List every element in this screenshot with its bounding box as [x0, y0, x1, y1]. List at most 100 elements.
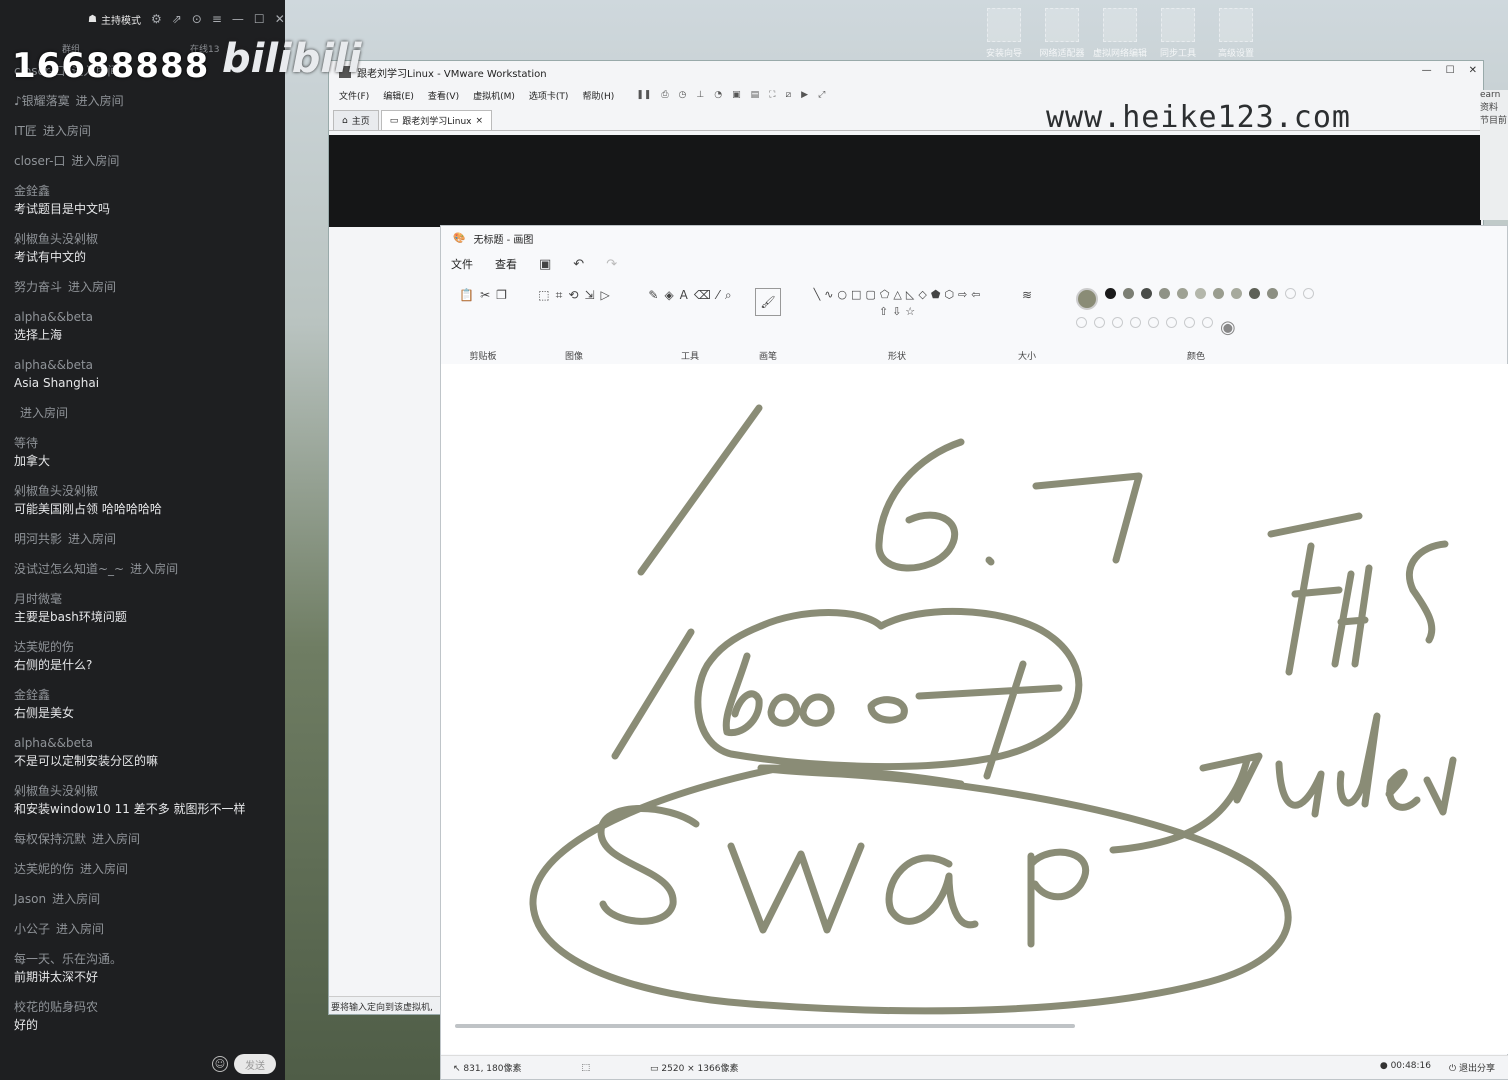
palette-swatch-empty[interactable]	[1148, 317, 1159, 328]
save-icon[interactable]: ▣	[539, 257, 551, 272]
paint-canvas[interactable]	[441, 364, 1508, 1054]
palette-swatch-empty[interactable]	[1285, 288, 1296, 299]
star-shape-icon[interactable]: ☆	[905, 305, 915, 318]
unity-icon[interactable]: ⧄	[785, 90, 791, 100]
pause-icon[interactable]: ❚❚	[636, 90, 651, 100]
chat-username[interactable]: 金銓鑫	[14, 688, 50, 702]
desktop-shortcut[interactable]: 虚拟网络编辑	[1093, 8, 1147, 66]
palette-swatch-empty[interactable]	[1202, 317, 1213, 328]
eraser-icon[interactable]: ⌫	[694, 288, 711, 303]
rounded-rect-shape-icon[interactable]: ▢	[865, 288, 875, 301]
chat-username[interactable]: 等待	[14, 436, 38, 450]
chat-username[interactable]: 小公子	[14, 922, 50, 936]
palette-swatch[interactable]	[1177, 288, 1188, 299]
brush-icon[interactable]: 🖌	[755, 288, 781, 316]
chat-username[interactable]: 每权保持沉默	[14, 832, 86, 846]
chat-username[interactable]: 剁椒鱼头没剁椒	[14, 232, 98, 246]
arrow-right-shape-icon[interactable]: ⇨	[958, 288, 967, 301]
palette-swatch[interactable]	[1123, 288, 1134, 299]
chat-username[interactable]: alpha&&beta	[14, 736, 93, 750]
close-tab-icon[interactable]: ×	[476, 116, 484, 126]
horizontal-scrollbar[interactable]	[455, 1024, 1075, 1028]
select-icon[interactable]: ⬚	[538, 288, 549, 303]
palette-swatch-empty[interactable]	[1112, 317, 1123, 328]
settings-icon[interactable]: ⚙	[151, 12, 162, 26]
copy-icon[interactable]: ❐	[496, 288, 507, 302]
share-icon[interactable]: ⇗	[172, 12, 182, 26]
chat-username[interactable]: 每一天、乐在沟通。	[14, 952, 122, 966]
chat-username[interactable]: 努力奋斗	[14, 280, 62, 294]
minimize-icon[interactable]: —	[232, 12, 244, 26]
paint-menu-file[interactable]: 文件	[451, 256, 473, 272]
palette-swatch[interactable]	[1195, 288, 1206, 299]
tab-vm[interactable]: ▭ 跟老刘学习Linux ×	[380, 110, 493, 130]
arrow-left-shape-icon[interactable]: ⇦	[971, 288, 980, 301]
console-icon[interactable]: ▶	[801, 90, 808, 100]
close-icon[interactable]: ✕	[1469, 65, 1477, 76]
chat-username[interactable]: 剁椒鱼头没剁椒	[14, 484, 98, 498]
menu-edit[interactable]: 编辑(E)	[383, 89, 414, 102]
exit-share-button[interactable]: ⏻ 退出分享	[1449, 1061, 1495, 1074]
pin-icon[interactable]: ⊙	[192, 12, 202, 26]
chat-username[interactable]: 剁椒鱼头没剁椒	[14, 784, 98, 798]
oval-shape-icon[interactable]: ○	[837, 288, 847, 301]
line-shape-icon[interactable]: ╲	[814, 288, 821, 301]
send-keys-icon[interactable]: ⎙	[661, 90, 668, 100]
menu-file[interactable]: 文件(F)	[339, 89, 369, 102]
text-icon[interactable]: A	[680, 288, 688, 303]
vm-console-screen[interactable]	[329, 135, 1481, 227]
chat-username[interactable]: 金銓鑫	[14, 184, 50, 198]
curve-shape-icon[interactable]: ∿	[824, 288, 833, 301]
snapshot-icon[interactable]: ◷	[679, 90, 687, 100]
paint-menu-view[interactable]: 查看	[495, 256, 517, 272]
polygon-shape-icon[interactable]: ⬠	[880, 288, 890, 301]
palette-swatch[interactable]	[1159, 288, 1170, 299]
cut-icon[interactable]: ✂	[480, 288, 490, 302]
chat-username[interactable]: ♪银耀落寞	[14, 94, 70, 108]
palette-swatch[interactable]	[1231, 288, 1242, 299]
desktop-shortcut[interactable]: 高级设置	[1217, 8, 1255, 66]
color-picker-icon[interactable]: ⁄	[717, 288, 719, 303]
paste-icon[interactable]: 📋	[459, 288, 474, 302]
chat-username[interactable]: 没试过怎么知道~_~	[14, 562, 124, 576]
arrow-down-shape-icon[interactable]: ⇩	[892, 305, 901, 318]
host-mode[interactable]: ☗ 主持模式	[88, 12, 141, 27]
maximize-icon[interactable]: ☐	[1446, 65, 1455, 76]
undo-icon[interactable]: ↶	[573, 257, 584, 272]
magnifier-icon[interactable]: ⌕	[725, 288, 732, 303]
image-more-icon[interactable]: ▷	[601, 288, 610, 303]
redo-icon[interactable]: ↷	[606, 257, 617, 272]
chat-username[interactable]: 月时微毫	[14, 592, 62, 606]
menu-help[interactable]: 帮助(H)	[582, 89, 614, 102]
desktop-shortcut[interactable]: 网络适配器	[1040, 8, 1085, 66]
fullscreen-icon[interactable]: ⛶	[769, 90, 775, 100]
current-color-swatch[interactable]	[1076, 288, 1098, 310]
pencil-icon[interactable]: ✎	[648, 288, 658, 303]
size-icon[interactable]: ≋	[1022, 288, 1032, 302]
palette-swatch-empty[interactable]	[1094, 317, 1105, 328]
palette-swatch[interactable]	[1267, 288, 1278, 299]
menu-icon[interactable]: ≡	[212, 12, 222, 26]
rotate-icon[interactable]: ⟲	[568, 288, 578, 303]
fill-icon[interactable]: ◈	[664, 288, 673, 303]
menu-view[interactable]: 查看(V)	[428, 89, 459, 102]
palette-swatch[interactable]	[1249, 288, 1260, 299]
arrow-up-shape-icon[interactable]: ⇧	[879, 305, 888, 318]
palette-swatch-empty[interactable]	[1166, 317, 1177, 328]
diamond-shape-icon[interactable]: ◇	[918, 288, 926, 301]
chat-username[interactable]: IT匠	[14, 124, 37, 138]
palette-swatch[interactable]	[1105, 288, 1116, 299]
triangle-shape-icon[interactable]: △	[893, 288, 901, 301]
chat-username[interactable]: 达芙妮的伤	[14, 640, 74, 654]
pentagon-shape-icon[interactable]: ⬟	[931, 288, 941, 301]
menu-tabs[interactable]: 选项卡(T)	[529, 89, 569, 102]
menu-vm[interactable]: 虚拟机(M)	[473, 89, 515, 102]
chat-username[interactable]: closer-口	[14, 154, 65, 168]
tab-home[interactable]: ⌂ 主页	[333, 110, 379, 130]
crop-icon[interactable]: ⌗	[556, 288, 563, 303]
thumbnail-icon[interactable]: ▤	[751, 90, 760, 100]
chat-username[interactable]: 明河共影	[14, 532, 62, 546]
desktop-shortcut[interactable]: 同步工具	[1159, 8, 1197, 66]
send-button[interactable]: 发送	[234, 1054, 276, 1074]
stretch-icon[interactable]: ⤢	[818, 90, 825, 100]
